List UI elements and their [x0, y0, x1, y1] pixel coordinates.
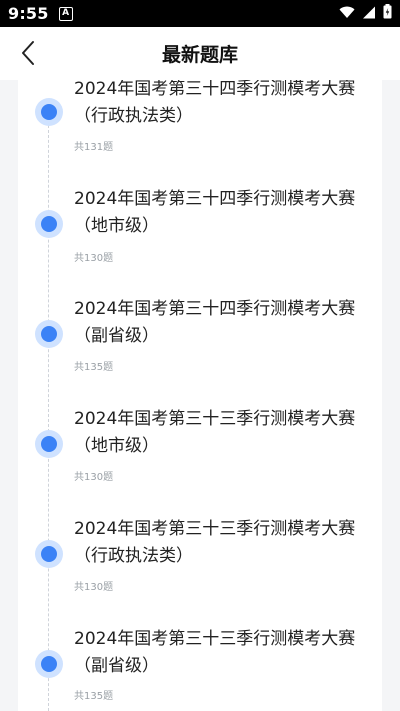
back-button[interactable]	[12, 37, 44, 69]
list-item[interactable]: 2024年国考第三十四季行测模考大赛 （地市级） 共130题	[18, 186, 382, 296]
notification-icon: A	[58, 6, 73, 21]
item-question-count: 共130题	[74, 582, 114, 593]
status-icons	[339, 4, 392, 23]
list-item[interactable]: 2024年国考第三十三季行测模考大赛 （副省级） 共135题	[18, 626, 382, 711]
signal-icon	[362, 4, 376, 23]
item-title: 2024年国考第三十三季行测模考大赛 （地市级）	[74, 409, 356, 456]
wifi-icon	[339, 4, 355, 23]
timeline-dot-icon	[35, 540, 63, 568]
item-question-count: 共130题	[74, 472, 114, 483]
page-title: 最新题库	[161, 44, 238, 66]
list-item[interactable]: 2024年国考第三十三季行测模考大赛 （地市级） 共130题	[18, 406, 382, 516]
timeline-dot-icon	[35, 430, 63, 458]
item-title: 2024年国考第三十三季行测模考大赛 （副省级）	[74, 629, 356, 676]
timeline-dot-icon	[35, 98, 63, 126]
item-title: 2024年国考第三十四季行测模考大赛 （行政执法类）	[74, 80, 356, 126]
item-question-count: 共135题	[74, 362, 114, 373]
timeline-dot-icon	[35, 320, 63, 348]
item-question-count: 共135题	[74, 691, 114, 702]
item-question-count: 共131题	[74, 142, 114, 153]
list-item[interactable]: 2024年国考第三十三季行测模考大赛 （行政执法类） 共130题	[18, 516, 382, 626]
question-bank-list[interactable]: 2024年国考第三十四季行测模考大赛 （行政执法类） 共131题 2024年国考第…	[18, 80, 382, 711]
status-bar: 9:55 A	[0, 0, 400, 27]
item-title: 2024年国考第三十三季行测模考大赛 （行政执法类）	[74, 519, 356, 566]
timeline-dot-icon	[35, 210, 63, 238]
status-time: 9:55	[8, 4, 49, 23]
battery-icon	[383, 4, 392, 23]
chevron-left-icon	[22, 41, 34, 65]
header-bar: 最新题库	[0, 27, 400, 80]
item-title: 2024年国考第三十四季行测模考大赛 （地市级）	[74, 189, 356, 236]
list-item[interactable]: 2024年国考第三十四季行测模考大赛 （副省级） 共135题	[18, 296, 382, 406]
list-item[interactable]: 2024年国考第三十四季行测模考大赛 （行政执法类） 共131题	[18, 80, 382, 186]
timeline-dot-icon	[35, 650, 63, 678]
item-title: 2024年国考第三十四季行测模考大赛 （副省级）	[74, 299, 356, 346]
item-question-count: 共130题	[74, 253, 114, 264]
